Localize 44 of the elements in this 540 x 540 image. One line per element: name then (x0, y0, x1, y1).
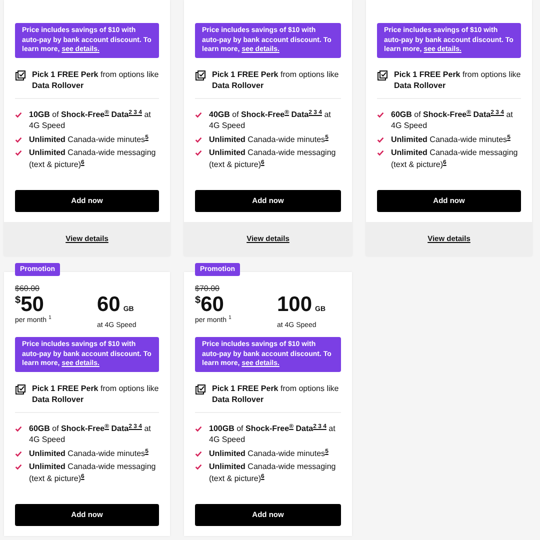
feature-text: 40GB of Shock-Free$^{®}$ Data$^{2 3 4}$ at 4G Speed (209, 108, 332, 132)
check-icon (15, 112, 22, 118)
price: $^{$}$60 (195, 294, 225, 316)
perk-icon (377, 70, 388, 80)
feature-text: Unlimited Canada-wide messaging (text & picture)$^{6}$ (391, 147, 519, 170)
check-icon (195, 112, 202, 118)
perk-text: Pick 1 FREE Perk from options like Data Rollover (32, 68, 159, 90)
price: $^{$}$50 (15, 294, 45, 316)
feature-text: Unlimited Canada-wide minutes$^{5}$ (209, 448, 328, 459)
feature-text: 60GB of Shock-Free$^{®}$ Data$^{2 3 4}$ at 4G Speed (29, 422, 152, 446)
check-icon (195, 426, 202, 432)
feature-text: Unlimited Canada-wide minutes$^{5}$ (391, 134, 510, 145)
perk-icon (15, 384, 26, 394)
perk-icon (195, 384, 206, 394)
perk-text: Pick 1 FREE Perk from options like Data Rollover (212, 382, 340, 404)
feature-text: Unlimited Canada-wide messaging (text & picture)$^{6}$ (29, 461, 157, 484)
perk-text: Pick 1 FREE Perk from options like Data Rollover (32, 382, 159, 404)
check-icon (377, 136, 384, 142)
feature-text: Unlimited Canada-wide messaging (text & picture)$^{6}$ (209, 147, 337, 170)
feature-text: Unlimited Canada-wide messaging (text & picture)$^{6}$ (29, 147, 157, 170)
check-icon (195, 464, 202, 470)
perk-icon (15, 70, 26, 80)
perk-icon (195, 70, 206, 80)
feature-text: Unlimited Canada-wide messaging (text & picture)$^{6}$ (209, 461, 337, 484)
feature-text: 60GB of Shock-Free$^{®}$ Data$^{2 3 4}$ at 4G Speed (391, 108, 514, 132)
check-icon (377, 150, 384, 156)
check-icon (15, 464, 22, 470)
check-icon (195, 450, 202, 456)
feature-text: Unlimited Canada-wide minutes$^{5}$ (29, 134, 148, 145)
check-icon (15, 150, 22, 156)
perk-text: Pick 1 FREE Perk from options like Data Rollover (394, 68, 521, 90)
perk-text: Pick 1 FREE Perk from options like Data Rollover (212, 68, 340, 90)
feature-text: Unlimited Canada-wide minutes$^{5}$ (209, 134, 328, 145)
feature-text: 10GB of Shock-Free$^{®}$ Data$^{2 3 4}$ at 4G Speed (29, 108, 152, 132)
old-price: $70.00 (195, 284, 220, 294)
check-icon (15, 426, 22, 432)
check-icon (377, 112, 384, 118)
check-icon (195, 136, 202, 142)
check-icon (195, 150, 202, 156)
feature-text: 100GB of Shock-Free$^{®}$ Data$^{2 3 4}$ at 4G Speed (209, 422, 336, 446)
old-price: $60.00 (15, 284, 40, 294)
check-icon (15, 450, 22, 456)
feature-text: Unlimited Canada-wide minutes$^{5}$ (29, 448, 148, 459)
check-icon (15, 136, 22, 142)
